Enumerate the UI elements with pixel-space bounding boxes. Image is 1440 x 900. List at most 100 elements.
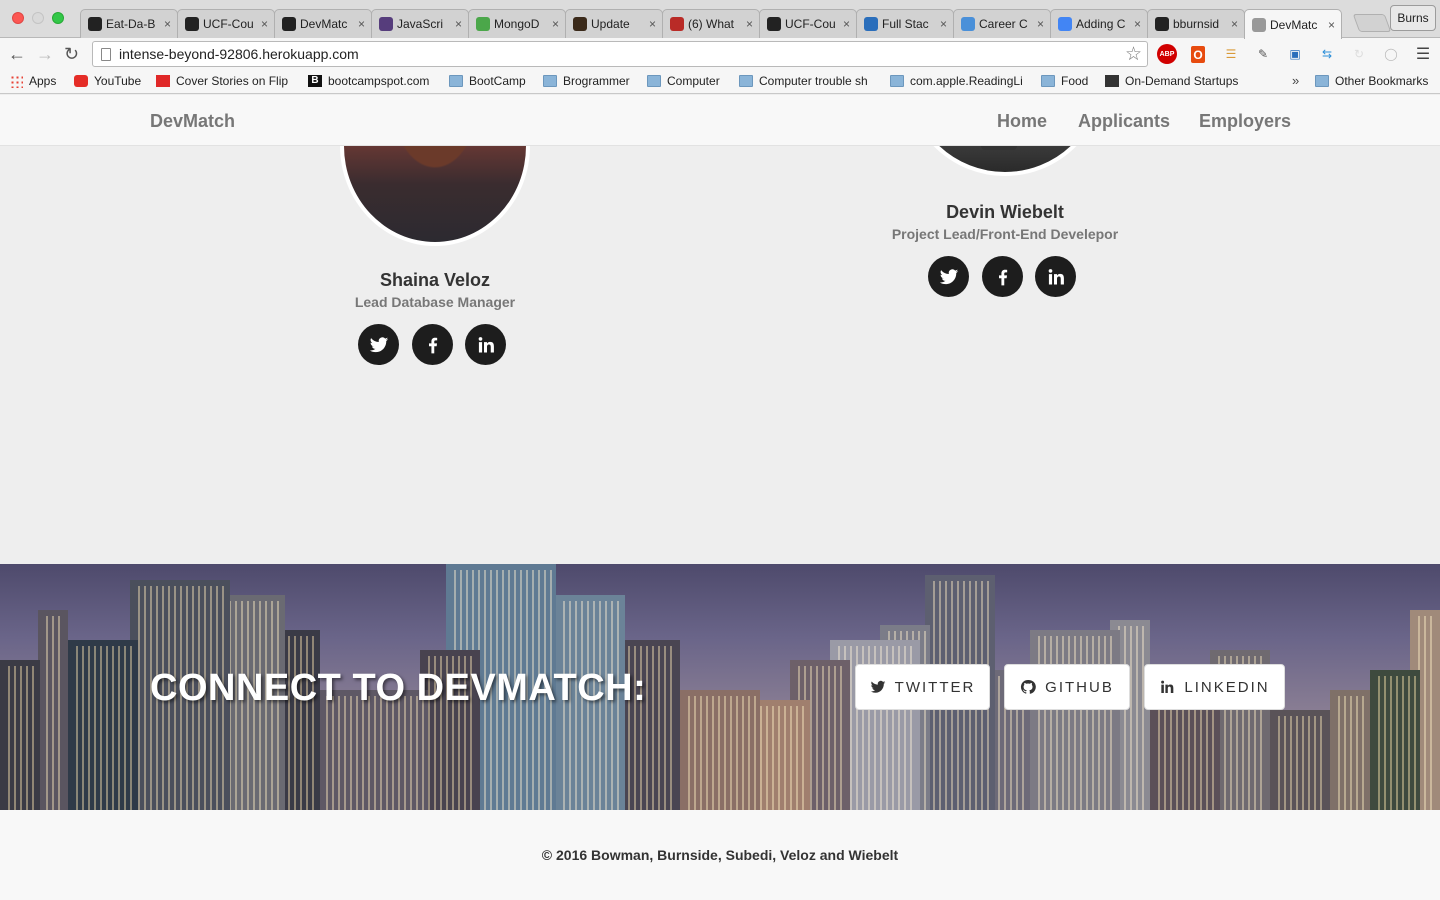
refresh-extension-icon[interactable]: ↻	[1349, 44, 1369, 64]
nav-employers[interactable]: Employers	[1199, 111, 1291, 132]
menu-icon[interactable]: ☰	[1413, 44, 1433, 64]
close-tab-icon[interactable]: ×	[1231, 17, 1238, 31]
twitter-button[interactable]: TWITTER	[855, 664, 990, 710]
forward-icon[interactable]: →	[36, 44, 54, 64]
adblock-plus-icon[interactable]: ABP	[1157, 44, 1177, 64]
bookmark-item[interactable]: YouTube	[74, 74, 141, 88]
skyline-building	[1030, 630, 1120, 810]
browser-tab[interactable]: bburnsid ×	[1147, 9, 1245, 38]
browser-tab[interactable]: DevMatc ×	[1244, 9, 1342, 39]
github-icon	[767, 17, 781, 31]
bookmark-item[interactable]: Other Bookmarks	[1315, 74, 1428, 88]
linkedin-button[interactable]: LINKEDIN	[1144, 664, 1285, 710]
browser-tab-bar: Eat-Da-B × UCF-Cou × DevMatc × JavaScri × MongoD…	[0, 0, 1440, 39]
reload-icon[interactable]: ↻	[64, 44, 79, 64]
brand-link[interactable]: DevMatch	[150, 111, 235, 132]
tab-title: Update	[591, 17, 630, 31]
github-button[interactable]: GITHUB	[1004, 664, 1130, 710]
browser-tab[interactable]: Adding C ×	[1050, 9, 1148, 38]
bookmark-item[interactable]: Bbootcampspot.com	[308, 74, 429, 88]
close-tab-icon[interactable]: ×	[1134, 17, 1141, 31]
close-tab-icon[interactable]: ×	[261, 17, 268, 31]
google-icon	[1058, 17, 1072, 31]
bookmark-item[interactable]: com.apple.ReadingLi	[890, 74, 1023, 88]
linkedin-icon[interactable]	[1035, 256, 1076, 297]
browser-tab[interactable]: UCF-Cou ×	[177, 9, 275, 38]
skyline-building	[1330, 690, 1370, 810]
bookmark-item[interactable]: Food	[1041, 74, 1088, 88]
twitter-icon[interactable]	[358, 324, 399, 365]
github-button-label: GITHUB	[1045, 678, 1114, 696]
browser-tab[interactable]: DevMatc ×	[274, 9, 372, 38]
browser-tab[interactable]: MongoD ×	[468, 9, 566, 38]
bookmark-star-icon[interactable]: ☆	[1125, 43, 1142, 66]
office-icon[interactable]: O	[1191, 46, 1205, 63]
minimize-window-button[interactable]	[32, 12, 44, 24]
eyedropper-icon[interactable]: ✎	[1253, 44, 1273, 64]
zoom-window-button[interactable]	[52, 12, 64, 24]
member-role: Lead Database Manager	[354, 294, 516, 310]
browser-tab[interactable]: (6) What ×	[662, 9, 760, 38]
close-tab-icon[interactable]: ×	[1037, 17, 1044, 31]
tab-title: UCF-Cou	[785, 17, 836, 31]
address-bar[interactable]: intense-beyond-92806.herokuapp.com ☆	[92, 41, 1148, 67]
browser-tab[interactable]: Full Stac ×	[856, 9, 954, 38]
bookmark-label: Computer trouble sh	[759, 74, 868, 88]
twitter-icon[interactable]	[928, 256, 969, 297]
bookmark-label: bootcampspot.com	[328, 74, 430, 88]
bookmark-item[interactable]: Computer trouble sh	[739, 74, 868, 88]
close-tab-icon[interactable]: ×	[1328, 18, 1335, 32]
skyline-building	[620, 640, 680, 810]
url-text[interactable]: intense-beyond-92806.herokuapp.com	[119, 46, 359, 62]
page-icon	[1252, 17, 1266, 32]
facebook-icon[interactable]	[982, 256, 1023, 297]
browser-tab[interactable]: JavaScri ×	[371, 9, 469, 38]
linkedin-icon[interactable]	[465, 324, 506, 365]
close-tab-icon[interactable]: ×	[164, 17, 171, 31]
close-window-button[interactable]	[12, 12, 24, 24]
skyline-building	[68, 640, 138, 810]
close-tab-icon[interactable]: ×	[358, 17, 365, 31]
bookmark-item[interactable]: On-Demand Startups	[1105, 74, 1238, 88]
tab-title: (6) What	[688, 17, 735, 31]
b-icon: B	[308, 75, 322, 87]
folder-icon	[449, 75, 463, 87]
bookmark-item[interactable]: Cover Stories on Flip	[156, 74, 288, 88]
new-tab-button[interactable]	[1352, 14, 1392, 32]
member-photo	[340, 146, 530, 246]
extension-icon[interactable]: ☰	[1221, 44, 1241, 64]
nav-home[interactable]: Home	[997, 111, 1047, 132]
copyright-text: © 2016 Bowman, Burnside, Subedi, Veloz a…	[541, 847, 899, 863]
ods-icon	[1105, 75, 1119, 87]
screen-capture-icon[interactable]: ▣	[1285, 44, 1305, 64]
browser-tab[interactable]: UCF-Cou ×	[759, 9, 857, 38]
skyline-building	[680, 690, 760, 810]
folder-icon	[647, 75, 661, 87]
sync-arrows-icon[interactable]: ⇆	[1317, 44, 1337, 64]
close-tab-icon[interactable]: ×	[746, 17, 753, 31]
bookmark-label: On-Demand Startups	[1125, 74, 1239, 88]
close-tab-icon[interactable]: ×	[843, 17, 850, 31]
close-tab-icon[interactable]: ×	[552, 17, 559, 31]
browser-tab[interactable]: Career C ×	[953, 9, 1051, 38]
close-tab-icon[interactable]: ×	[455, 17, 462, 31]
bookmark-item[interactable]: Computer	[647, 74, 720, 88]
linkedin-button-label: LINKEDIN	[1184, 678, 1270, 696]
nav-applicants[interactable]: Applicants	[1078, 111, 1170, 132]
circle-extension-icon[interactable]: ◯	[1381, 44, 1401, 64]
back-icon[interactable]: ←	[8, 44, 26, 64]
close-tab-icon[interactable]: ×	[940, 17, 947, 31]
browser-toolbar: ← → ↻ intense-beyond-92806.herokuapp.com…	[0, 38, 1440, 70]
bookmark-label: BootCamp	[469, 74, 526, 88]
browser-tab[interactable]: Update ×	[565, 9, 663, 38]
browser-tab[interactable]: Eat-Da-B ×	[80, 9, 178, 38]
close-tab-icon[interactable]: ×	[649, 17, 656, 31]
profile-button[interactable]: Burns	[1390, 5, 1436, 31]
facebook-icon[interactable]	[412, 324, 453, 365]
bookmark-item[interactable]: Apps	[10, 74, 56, 88]
bookmark-item[interactable]: Brogrammer	[543, 74, 630, 88]
tab-title: JavaScri	[397, 17, 444, 31]
bookmark-item[interactable]: BootCamp	[449, 74, 526, 88]
tab-title: UCF-Cou	[203, 17, 254, 31]
bookmarks-overflow-icon[interactable]: »	[1292, 73, 1299, 88]
